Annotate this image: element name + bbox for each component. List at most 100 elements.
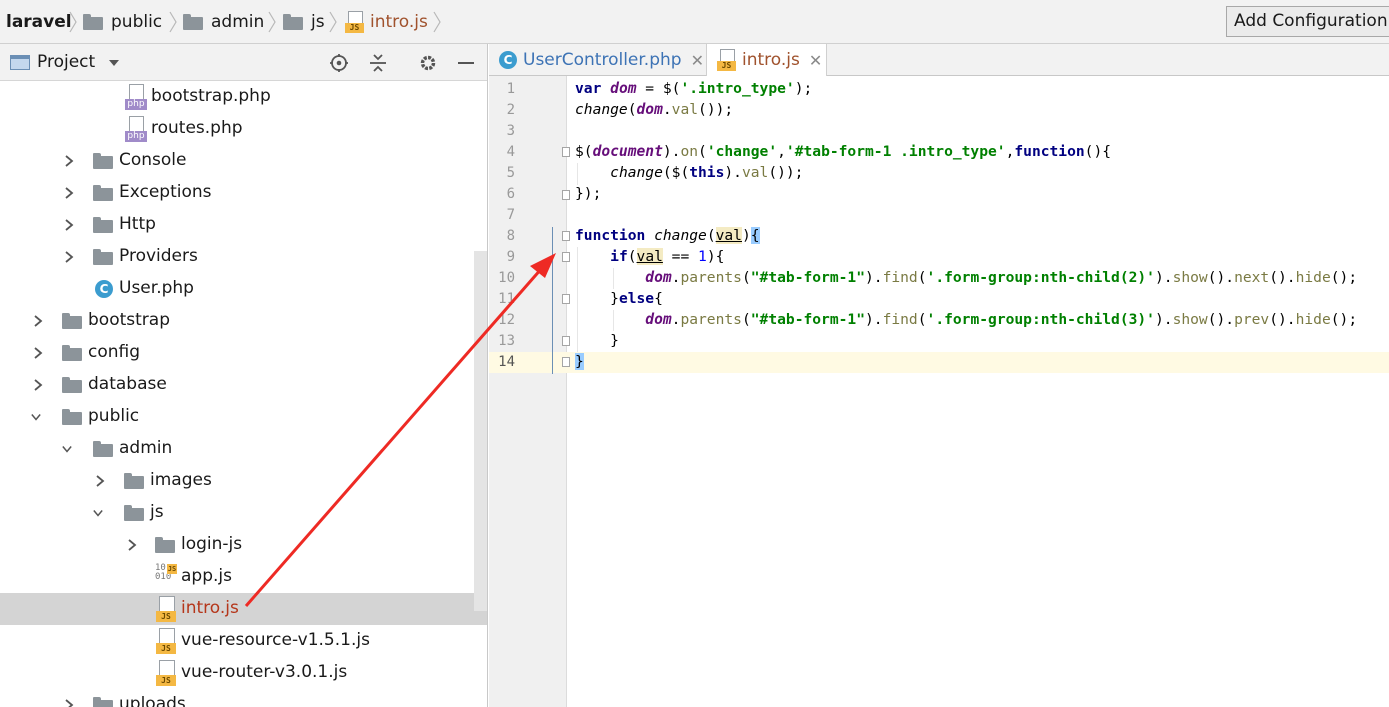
navigation-bar: laravel public admin js JS intro.js Add … xyxy=(0,0,1389,44)
tree-item[interactable]: uploads xyxy=(0,689,487,707)
line-number: 12 xyxy=(498,312,515,328)
chevron-right-icon[interactable] xyxy=(33,315,43,327)
minimize-icon[interactable] xyxy=(456,53,476,73)
folder-icon xyxy=(283,14,303,30)
line-number: 4 xyxy=(506,144,515,160)
close-icon[interactable]: ✕ xyxy=(691,51,704,70)
tree-item[interactable]: js xyxy=(0,497,487,529)
js-file-icon: JS xyxy=(156,596,176,622)
class-icon: C xyxy=(95,280,113,298)
code-line: }else{ xyxy=(575,290,663,307)
folder-icon xyxy=(155,537,175,553)
chevron-right-icon[interactable] xyxy=(127,539,137,551)
project-view-icon xyxy=(10,55,30,70)
close-icon[interactable]: ✕ xyxy=(809,51,822,70)
code-line: } xyxy=(575,332,619,349)
fold-marker-icon[interactable] xyxy=(562,294,570,304)
tree-item[interactable]: login-js xyxy=(0,529,487,561)
folder-icon xyxy=(93,153,113,169)
chevron-right-icon[interactable] xyxy=(64,251,74,263)
chevron-right-icon[interactable] xyxy=(33,379,43,391)
project-panel: Project php bootstrap.php php routes.php… xyxy=(0,44,488,707)
tree-item[interactable]: JS vue-resource-v1.5.1.js xyxy=(0,625,487,657)
tree-item[interactable]: bootstrap xyxy=(0,305,487,337)
chevron-right-icon[interactable] xyxy=(64,155,74,167)
chevron-down-icon[interactable] xyxy=(62,443,72,455)
add-configuration-button[interactable]: Add Configuration... xyxy=(1226,6,1389,37)
tree-scrollbar[interactable] xyxy=(474,251,487,611)
fold-marker-icon[interactable] xyxy=(562,336,570,346)
fold-marker-icon[interactable] xyxy=(562,231,570,241)
breadcrumb-item-intro-js[interactable]: JS intro.js xyxy=(345,0,428,44)
folder-icon xyxy=(62,409,82,425)
code-line: var dom = $('.intro_type'); xyxy=(575,80,813,97)
folder-icon xyxy=(183,14,203,30)
chevron-right-icon[interactable] xyxy=(95,475,105,487)
folder-icon xyxy=(93,185,113,201)
code-line: change($(this).val()); xyxy=(610,164,804,181)
js-file-icon: JS xyxy=(156,660,176,686)
tree-item[interactable]: php bootstrap.php xyxy=(0,81,487,113)
fold-marker-icon[interactable] xyxy=(562,190,570,200)
code-line: $(document).on('change','#tab-form-1 .in… xyxy=(575,143,1112,160)
tree-item[interactable]: C User.php xyxy=(0,273,487,305)
breadcrumb-separator-icon xyxy=(329,11,337,33)
tree-item[interactable]: admin xyxy=(0,433,487,465)
code-line: dom.parents("#tab-form-1").find('.form-g… xyxy=(645,311,1358,328)
folder-icon xyxy=(124,505,144,521)
code-line: dom.parents("#tab-form-1").find('.form-g… xyxy=(645,269,1358,286)
tree-item-selected[interactable]: JS intro.js xyxy=(0,593,487,625)
locate-icon[interactable] xyxy=(329,53,349,73)
code-line: function change(val){ xyxy=(575,227,760,244)
gear-icon[interactable] xyxy=(418,53,438,73)
breadcrumb-separator-icon xyxy=(69,11,77,33)
line-number: 9 xyxy=(506,249,515,265)
folder-icon xyxy=(62,313,82,329)
line-number: 8 xyxy=(506,228,515,244)
folder-icon xyxy=(93,217,113,233)
fold-marker-icon[interactable] xyxy=(562,147,570,157)
collapse-all-icon[interactable] xyxy=(368,53,388,73)
tree-item[interactable]: Providers xyxy=(0,241,487,273)
project-view-selector[interactable]: Project xyxy=(37,52,95,72)
line-number: 14 xyxy=(498,354,515,370)
js-file-icon: JS xyxy=(156,628,176,654)
chevron-right-icon[interactable] xyxy=(33,347,43,359)
tab-intro-js[interactable]: JS intro.js ✕ xyxy=(707,44,827,76)
breadcrumb-separator-icon xyxy=(169,11,177,33)
code-line: change(dom.val()); xyxy=(575,101,734,118)
chevron-right-icon[interactable] xyxy=(64,219,74,231)
chevron-right-icon[interactable] xyxy=(64,187,74,199)
php-file-icon: php xyxy=(125,116,147,142)
tree-item[interactable]: Http xyxy=(0,209,487,241)
tree-item[interactable]: php routes.php xyxy=(0,113,487,145)
breadcrumb-item-admin[interactable]: admin xyxy=(183,0,264,44)
tree-item[interactable]: images xyxy=(0,465,487,497)
js-file-icon: JS xyxy=(717,49,736,71)
breadcrumb-item-js[interactable]: js xyxy=(283,0,325,44)
tab-usercontroller-php[interactable]: C UserController.php ✕ xyxy=(489,44,707,76)
tree-item[interactable]: config xyxy=(0,337,487,369)
line-number: 3 xyxy=(506,123,515,139)
code-line: }); xyxy=(575,185,602,202)
code-line: } xyxy=(575,353,584,370)
current-line-highlight xyxy=(489,352,1389,373)
code-line: if(val == 1){ xyxy=(610,248,725,265)
breadcrumb-separator-icon xyxy=(433,11,441,33)
breadcrumb-item-public[interactable]: public xyxy=(83,0,162,44)
folder-icon xyxy=(62,377,82,393)
tree-item[interactable]: JS vue-router-v3.0.1.js xyxy=(0,657,487,689)
tree-item[interactable]: public xyxy=(0,401,487,433)
line-number: 13 xyxy=(498,333,515,349)
tree-item[interactable]: Exceptions xyxy=(0,177,487,209)
tree-item[interactable]: 10 010 JS app.js xyxy=(0,561,487,593)
chevron-down-icon[interactable] xyxy=(93,507,103,519)
chevron-down-icon[interactable] xyxy=(31,411,41,423)
tree-item[interactable]: Console xyxy=(0,145,487,177)
breadcrumb-item-laravel[interactable]: laravel xyxy=(6,0,72,44)
tree-item[interactable]: database xyxy=(0,369,487,401)
chevron-right-icon[interactable] xyxy=(64,699,74,707)
fold-marker-icon[interactable] xyxy=(562,252,570,262)
chevron-down-icon[interactable] xyxy=(109,60,119,66)
fold-marker-icon[interactable] xyxy=(562,357,570,367)
